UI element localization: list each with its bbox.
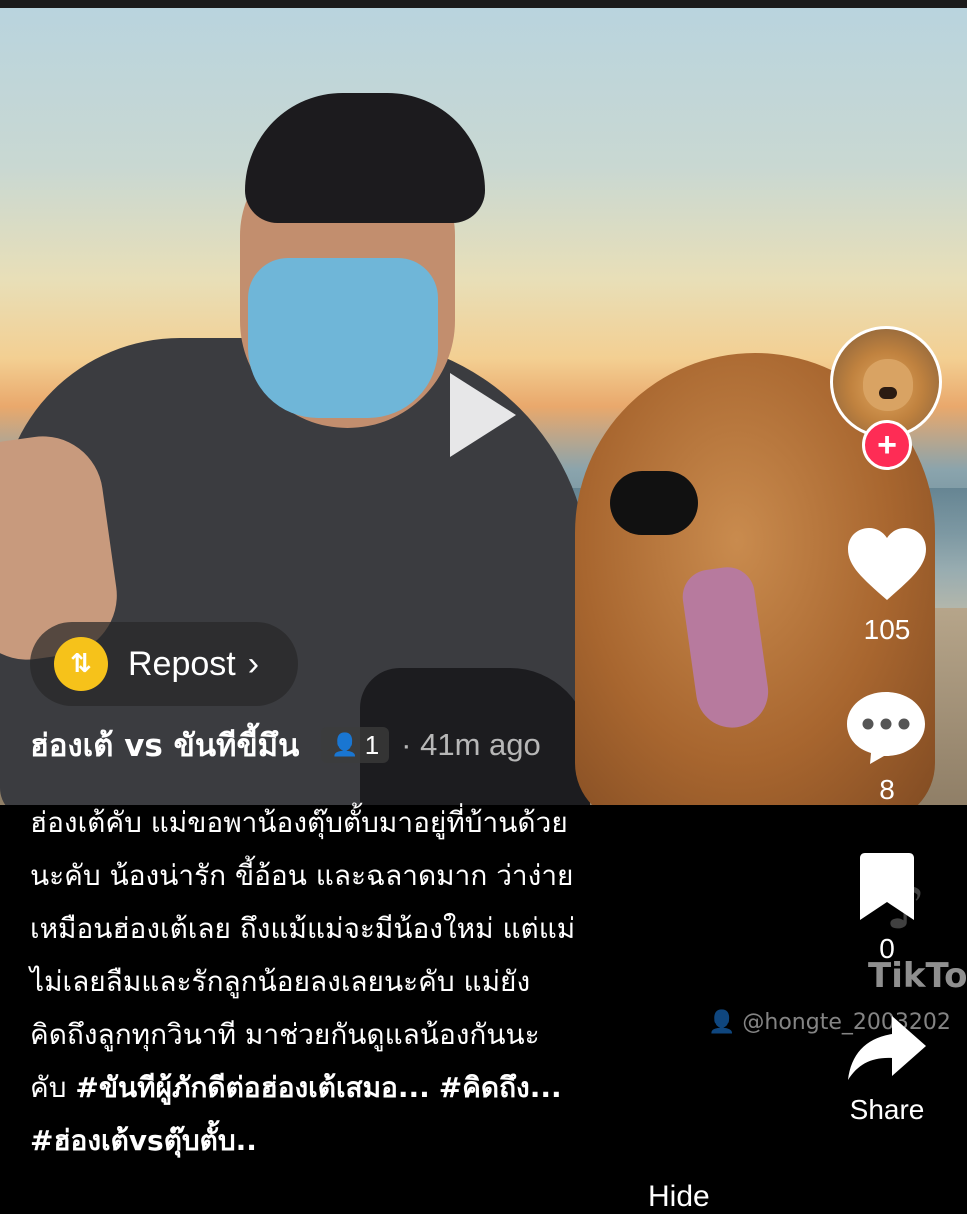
post-time: · 41m ago [401,727,541,762]
hide-caption-button[interactable]: Hide [648,1180,710,1214]
person-icon: 👤 [331,732,359,758]
friends-badge[interactable]: 👤 1 [321,727,390,763]
caption-text: คับ [30,1071,76,1104]
video-dog-nose [610,471,698,535]
comment-count: 8 [879,774,895,805]
hashtag-link[interactable]: #ขันทีผู้ภักดีต่อฮ่องเต้เสมอ... [75,1071,429,1104]
video-subject-mask [248,258,438,418]
caption-line: ฮ่องเต้คับ แม่ขอพาน้องตุ๊บตั้บมาอยู่ที่บ… [30,806,568,839]
avatar-dog-nose [879,387,897,399]
hashtag-link[interactable]: #ฮ่องเต้vsตุ๊บตั้บ.. [30,1124,257,1157]
hashtag-link[interactable]: #คิดถึง... [439,1071,562,1104]
video-caption[interactable]: ฮ่องเต้คับ แม่ขอพาน้องตุ๊บตั้บมาอยู่ที่บ… [30,796,720,1167]
follow-button[interactable]: + [862,420,912,470]
caption-line: เหมือนฮ่องเต้เลย ถึงแม้แม่จะมีน้องใหม่ แ… [30,912,576,945]
caption-line-hashtags: #ฮ่องเต้vsตุ๊บตั้บ.. [30,1114,720,1167]
avatar-dog-face [863,359,913,411]
chevron-right-icon: › [247,644,260,683]
repost-button[interactable]: ⇅ Repost › [30,622,298,706]
caption-line: นะคับ น้องน่ารัก ขี้อ้อน และฉลาดมาก ว่าง… [30,859,574,892]
comment-icon[interactable] [844,688,928,766]
like-count: 105 [863,614,911,645]
caption-line-hashtags: คับ #ขันทีผู้ภักดีต่อฮ่องเต้เสมอ... #คิด… [30,1061,720,1114]
play-icon[interactable] [450,373,516,457]
caption-line: ไม่เลยลืมและรักลูกน้อยลงเลยนะคับ แม่ยัง [30,965,531,998]
author-row: ฮ่องเต้ vs ขันทีขี้มึน 👤 1 · 41m ago [30,720,541,770]
favorite-count: 0 [879,933,895,964]
video-subject-hair [245,93,485,223]
repost-icon: ⇅ [54,637,108,691]
bookmark-icon[interactable] [856,852,918,922]
status-strip [0,0,967,8]
repost-label: Repost [128,644,236,683]
share-label: Share [849,1094,925,1125]
caption-line: คิดถึงลูกทุกวินาที มาช่วยกันดูแลน้องกันน… [30,1018,540,1051]
heart-icon[interactable] [846,526,928,602]
friends-count: 1 [364,729,380,760]
share-icon[interactable] [846,1012,928,1082]
author-username[interactable]: ฮ่องเต้ vs ขันทีขี้มึน [30,720,299,770]
